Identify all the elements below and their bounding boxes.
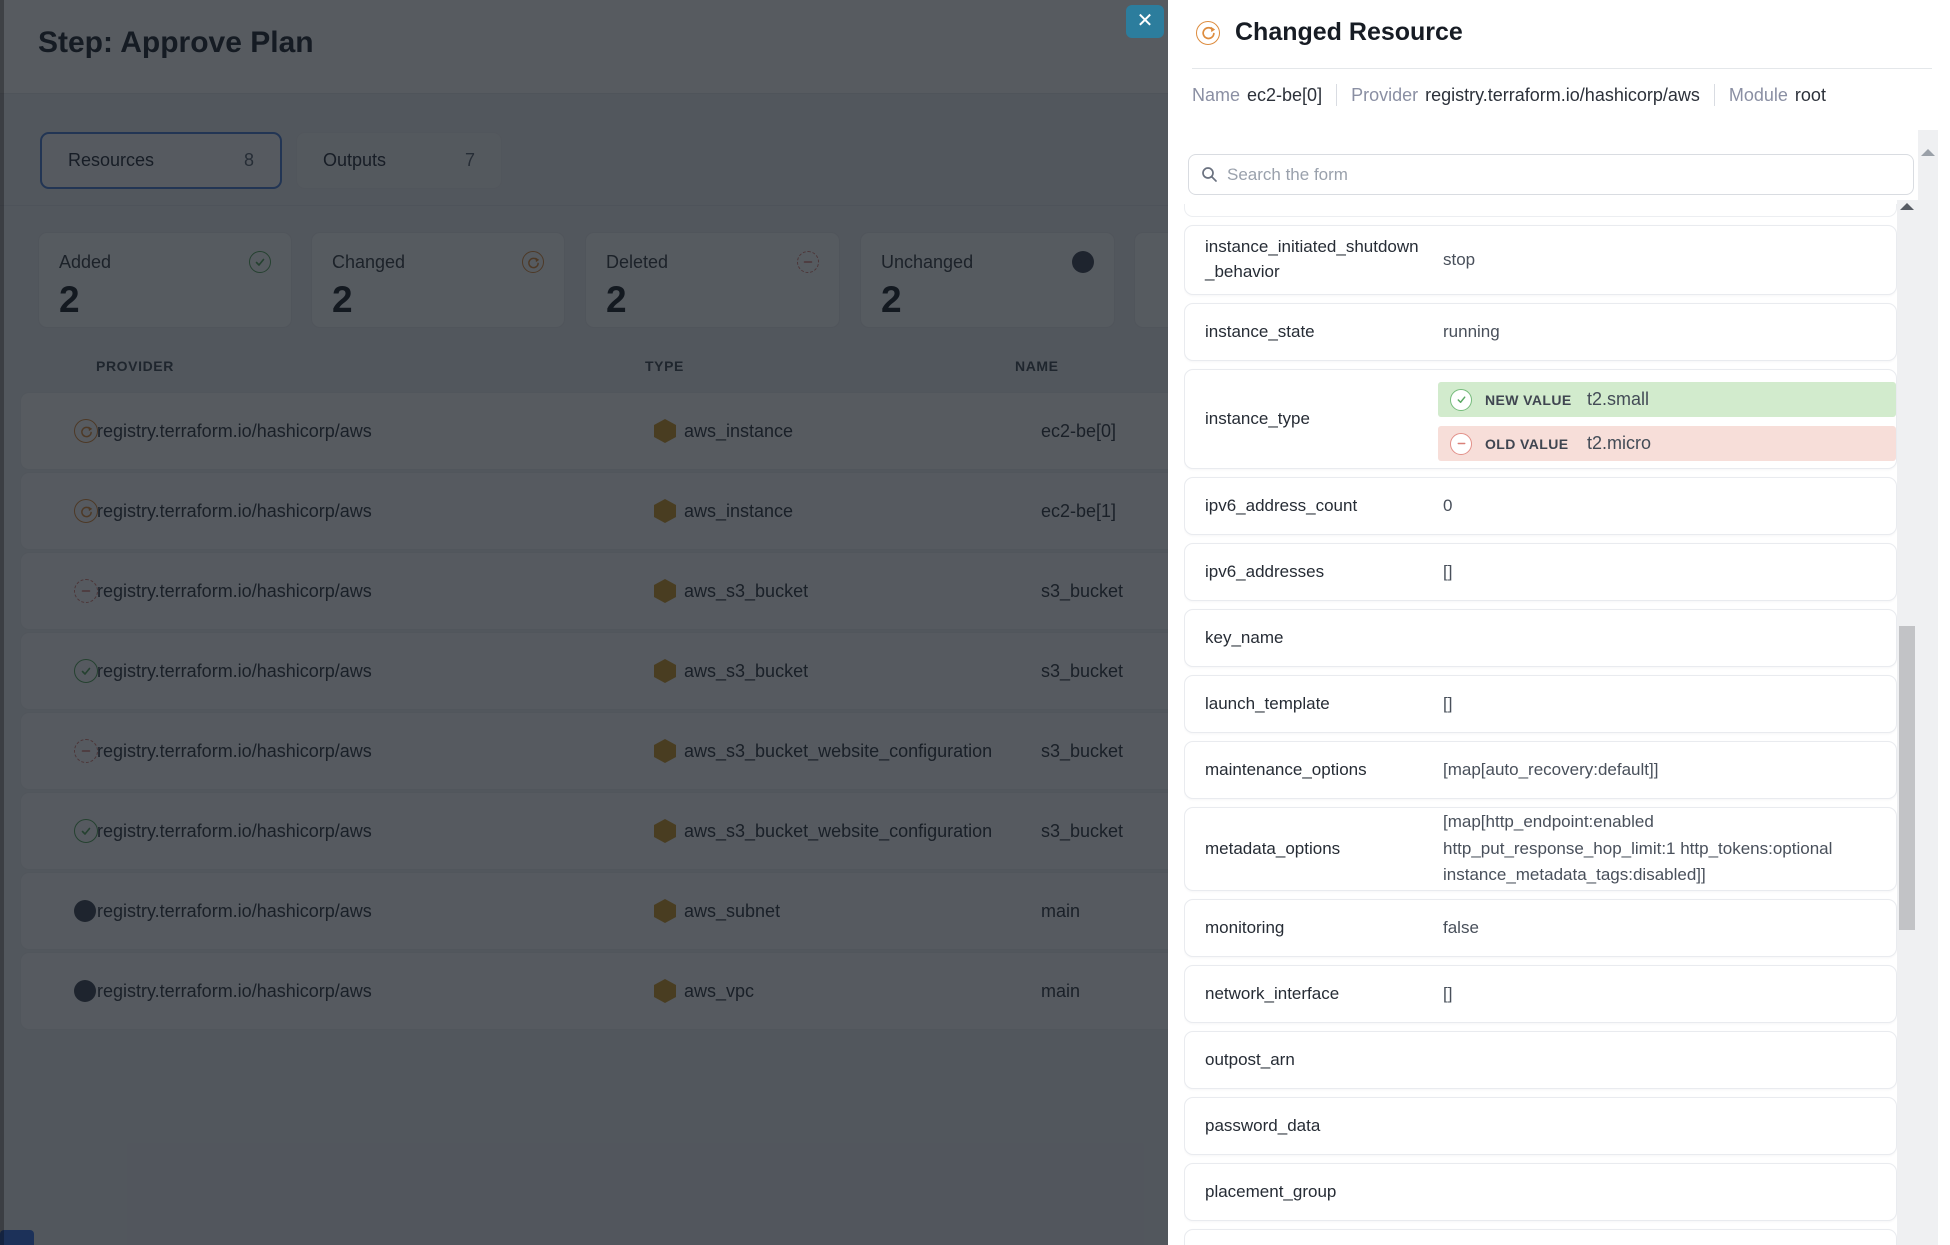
app-root: Step: Approve Plan Resources 8 Outputs 7… <box>0 0 1950 1245</box>
meta-name-label: Name <box>1192 85 1240 106</box>
search-input[interactable] <box>1227 165 1901 185</box>
left-edge-strip <box>0 0 4 1245</box>
attribute-row: placement_group <box>1184 1163 1897 1221</box>
scrollbar-thumb[interactable] <box>1899 626 1915 930</box>
divider <box>1714 84 1715 106</box>
old-value-box: OLD VALUE t2.micro <box>1438 426 1896 461</box>
old-value: t2.micro <box>1587 433 1651 454</box>
resource-meta: Name ec2-be[0] Provider registry.terrafo… <box>1192 84 1826 106</box>
drawer-title: Changed Resource <box>1235 18 1463 47</box>
attribute-row: instance_state running <box>1184 303 1897 361</box>
attribute-value: false <box>1443 915 1883 941</box>
attribute-name: launch_template <box>1205 692 1427 717</box>
attribute-value: [map[auto_recovery:default]] <box>1443 757 1883 783</box>
attribute-name: placement_group <box>1205 1180 1427 1205</box>
attribute-value: running <box>1443 319 1883 345</box>
attribute-name: outpost_arn <box>1205 1048 1427 1073</box>
attribute-row: metadata_options [map[http_endpoint:enab… <box>1184 807 1897 891</box>
divider <box>1336 84 1337 106</box>
check-circle-icon <box>1450 389 1472 411</box>
attribute-row: ipv6_address_count 0 <box>1184 477 1897 535</box>
attribute-name: network_interface <box>1205 982 1427 1007</box>
scroll-up-arrow-icon[interactable] <box>1921 149 1935 156</box>
divider <box>1192 68 1932 69</box>
attribute-row: password_data <box>1184 1097 1897 1155</box>
meta-module-label: Module <box>1729 85 1788 106</box>
attribute-name: instance_type <box>1205 407 1427 432</box>
old-value-label: OLD VALUE <box>1485 436 1577 452</box>
minus-circle-icon <box>1450 433 1472 455</box>
attribute-row: network_interface [] <box>1184 965 1897 1023</box>
drawer-scrollbar[interactable] <box>1918 130 1938 1245</box>
attribute-name: key_name <box>1205 626 1427 651</box>
attribute-value: [] <box>1443 559 1883 585</box>
meta-name-value: ec2-be[0] <box>1247 85 1322 106</box>
refresh-circle-icon <box>1196 21 1220 45</box>
attribute-name: monitoring <box>1205 916 1427 941</box>
attribute-name: instance_initiated_shutdown_behavior <box>1205 235 1427 284</box>
attribute-name: ipv6_address_count <box>1205 494 1427 519</box>
attribute-name: instance_state <box>1205 320 1427 345</box>
attribute-row: ipv6_addresses [] <box>1184 543 1897 601</box>
attribute-name: metadata_options <box>1205 837 1427 862</box>
attribute-row: key_name <box>1184 609 1897 667</box>
attribute-list: instance_initiated_shutdown_behavior sto… <box>1184 204 1897 1245</box>
attribute-value: [] <box>1443 981 1883 1007</box>
attribute-row: instance_initiated_shutdown_behavior sto… <box>1184 225 1897 295</box>
meta-provider-value: registry.terraform.io/hashicorp/aws <box>1425 85 1700 106</box>
attribute-row: outpost_arn <box>1184 1031 1897 1089</box>
meta-module-value: root <box>1795 85 1826 106</box>
attribute-value: [] <box>1443 691 1883 717</box>
form-search <box>1188 154 1914 195</box>
attribute-row: maintenance_options [map[auto_recovery:d… <box>1184 741 1897 799</box>
changed-resource-drawer: Changed Resource Name ec2-be[0] Provider… <box>1168 0 1950 1245</box>
attribute-name: ipv6_addresses <box>1205 560 1427 585</box>
search-icon <box>1201 166 1218 183</box>
new-value-label: NEW VALUE <box>1485 392 1577 408</box>
attribute-row: launch_template [] <box>1184 675 1897 733</box>
new-value: t2.small <box>1587 389 1649 410</box>
attribute-value: stop <box>1443 247 1883 273</box>
attribute-name: password_data <box>1205 1114 1427 1139</box>
attribute-value: [map[http_endpoint:enabled http_put_resp… <box>1443 809 1883 888</box>
scroll-up-arrow-icon[interactable] <box>1900 203 1914 210</box>
modal-overlay[interactable] <box>0 0 1168 1245</box>
attribute-row-diff: instance_type NEW VALUE t2.small OLD VAL… <box>1184 369 1897 469</box>
meta-provider-label: Provider <box>1351 85 1418 106</box>
attribute-name: maintenance_options <box>1205 758 1427 783</box>
attribute-row: monitoring false <box>1184 899 1897 957</box>
close-drawer-button[interactable]: ✕ <box>1126 5 1164 38</box>
new-value-box: NEW VALUE t2.small <box>1438 382 1896 417</box>
attribute-row-partial <box>1184 204 1897 217</box>
attribute-row-partial <box>1184 1229 1897 1245</box>
attribute-value: 0 <box>1443 493 1883 519</box>
